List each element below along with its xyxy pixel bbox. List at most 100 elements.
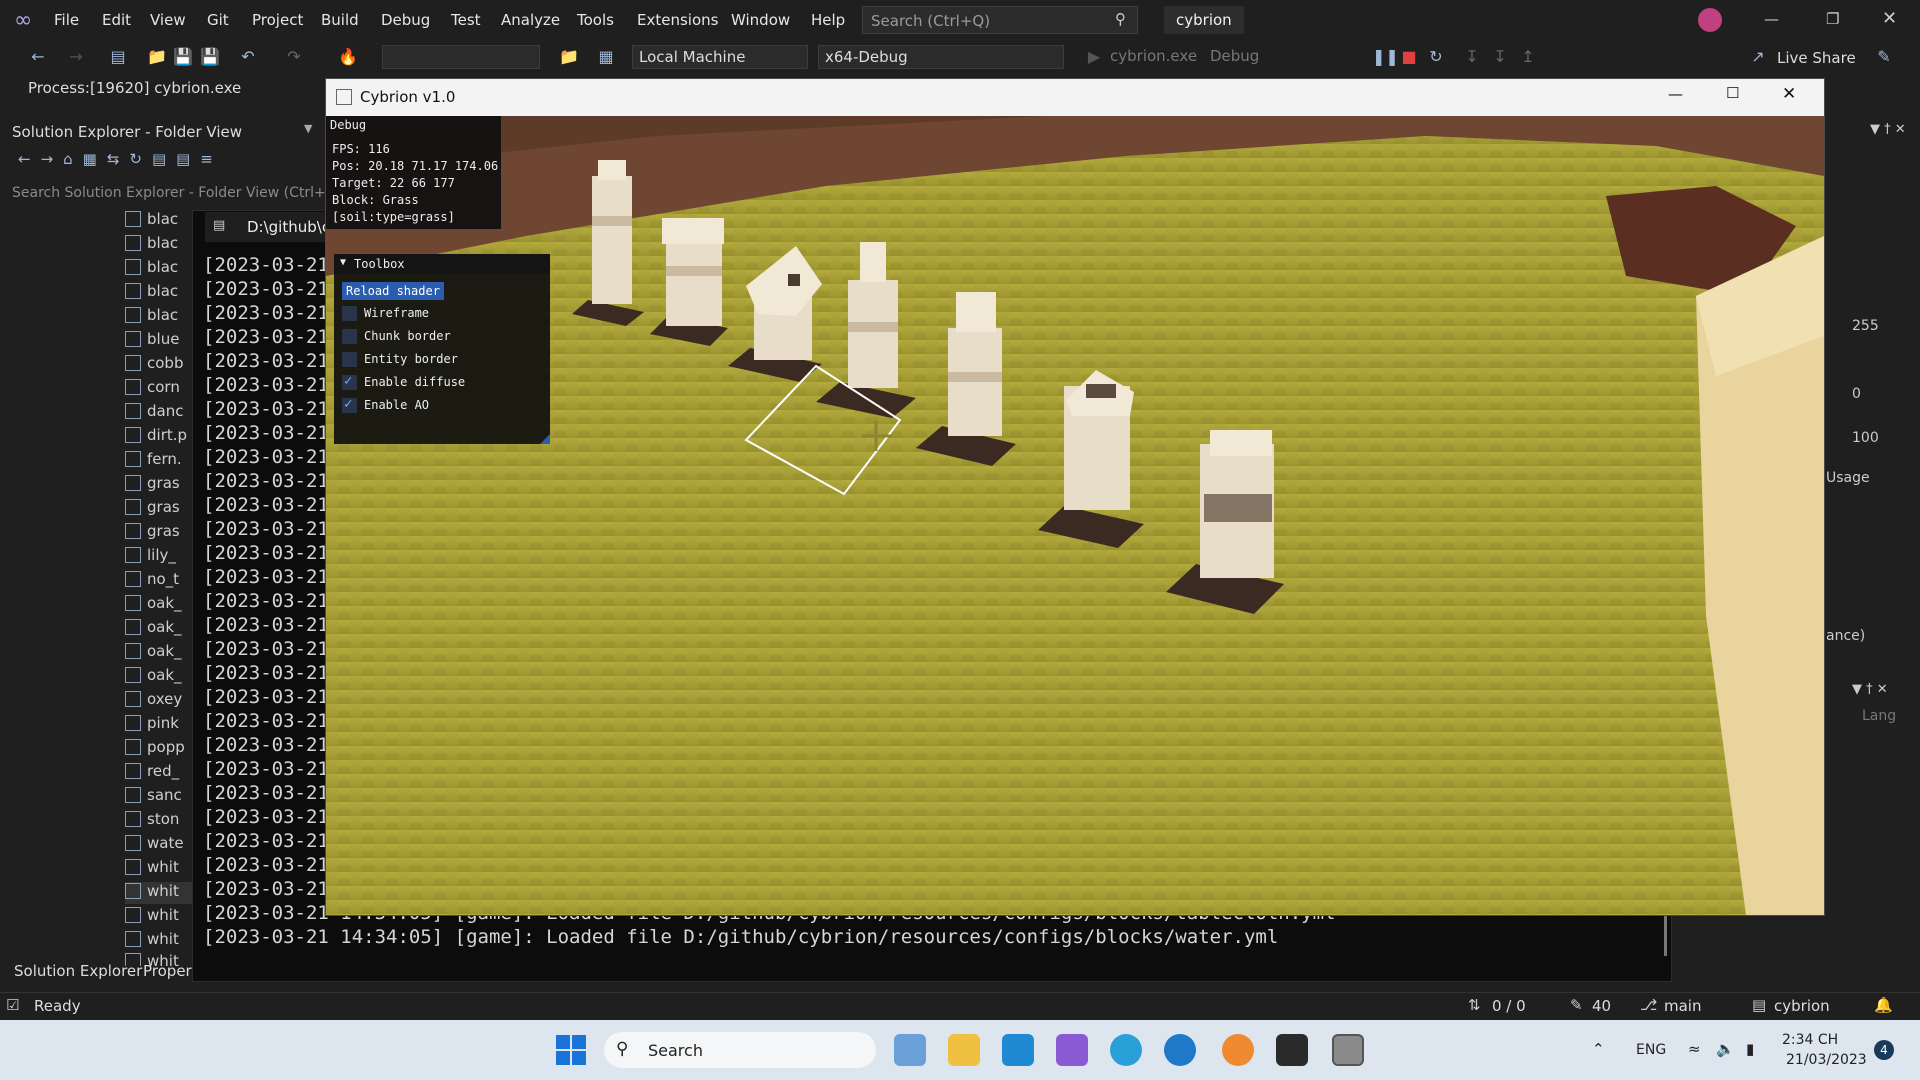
maximize-icon[interactable]: ☐ bbox=[1726, 84, 1739, 102]
undo-icon[interactable]: ↶ bbox=[238, 47, 258, 67]
folder-view-icon[interactable]: 📁 bbox=[559, 47, 579, 67]
menu-build[interactable]: Build bbox=[321, 11, 359, 29]
play-icon[interactable]: ▶ bbox=[1084, 47, 1104, 67]
list-item[interactable]: whit bbox=[125, 858, 195, 880]
enable-diffuse-checkbox[interactable] bbox=[342, 373, 357, 390]
list-item[interactable]: oak_ bbox=[125, 618, 195, 640]
live-share-button[interactable]: Live Share bbox=[1777, 49, 1856, 67]
notification-badge[interactable]: 4 bbox=[1874, 1040, 1894, 1060]
solution-explorer-search[interactable]: Search Solution Explorer - Folder View (… bbox=[12, 183, 332, 203]
reload-shader-button[interactable]: Reload shader bbox=[342, 282, 444, 300]
start-icon[interactable] bbox=[556, 1035, 586, 1065]
cybrion-app-icon[interactable] bbox=[1332, 1034, 1364, 1066]
menu-debug[interactable]: Debug bbox=[381, 11, 430, 29]
status-edits[interactable]: 40 bbox=[1592, 997, 1611, 1015]
battery-icon[interactable]: ▮ bbox=[1746, 1040, 1754, 1058]
account-avatar[interactable] bbox=[1698, 8, 1722, 32]
list-item[interactable]: dirt.p bbox=[125, 426, 195, 448]
list-item[interactable]: cobb bbox=[125, 354, 195, 376]
game-titlebar[interactable]: Cybrion v1.0 — ☐ ✕ bbox=[326, 79, 1824, 116]
status-changes[interactable]: 0 / 0 bbox=[1492, 997, 1526, 1015]
list-item[interactable]: blue bbox=[125, 330, 195, 352]
open-folder-icon[interactable]: 📁 bbox=[147, 47, 167, 67]
step-into-icon[interactable]: ↧ bbox=[1462, 47, 1482, 67]
list-item[interactable]: sanc bbox=[125, 786, 195, 808]
menu-project[interactable]: Project bbox=[252, 11, 303, 29]
stop-icon[interactable]: ■ bbox=[1399, 47, 1419, 67]
run-target-label[interactable]: cybrion.exe bbox=[1110, 47, 1197, 65]
chunk-border-checkbox[interactable] bbox=[342, 329, 357, 344]
debug-overlay[interactable]: Debug FPS: 116 Pos: 20.18 71.17 174.06 T… bbox=[326, 116, 501, 229]
target-combo[interactable]: Local Machine bbox=[632, 45, 808, 69]
empty-combo[interactable] bbox=[382, 45, 540, 69]
volume-icon[interactable]: 🔈 bbox=[1716, 1040, 1735, 1058]
menu-file[interactable]: File bbox=[54, 11, 79, 29]
list-item[interactable]: blac bbox=[125, 258, 195, 280]
taskbar-search[interactable]: ⚲ Search bbox=[604, 1032, 876, 1068]
list-item[interactable]: corn bbox=[125, 378, 195, 400]
menu-git[interactable]: Git bbox=[207, 11, 229, 29]
menu-view[interactable]: View bbox=[150, 11, 186, 29]
list-item[interactable]: pink bbox=[125, 714, 195, 736]
list-item[interactable]: oxey bbox=[125, 690, 195, 712]
maximize-icon[interactable]: ❐ bbox=[1826, 10, 1839, 28]
redo-icon[interactable]: ↷ bbox=[284, 47, 304, 67]
debug-header[interactable]: Debug bbox=[330, 118, 366, 132]
file-explorer-icon[interactable] bbox=[948, 1034, 980, 1066]
list-item[interactable]: gras bbox=[125, 498, 195, 520]
close-icon[interactable]: ✕ bbox=[1782, 84, 1796, 104]
hot-reload-icon[interactable]: 🔥 bbox=[338, 47, 358, 67]
minimize-icon[interactable]: — bbox=[1668, 85, 1683, 103]
config-combo[interactable]: x64-Debug bbox=[818, 45, 1064, 69]
menu-help[interactable]: Help bbox=[811, 11, 845, 29]
save-icon[interactable]: 💾 bbox=[173, 47, 193, 67]
list-item[interactable]: oak_ bbox=[125, 642, 195, 664]
game-viewport[interactable]: Debug FPS: 116 Pos: 20.18 71.17 174.06 T… bbox=[326, 116, 1824, 915]
window-icon[interactable]: ▦ bbox=[596, 47, 616, 67]
tab-properties[interactable]: Propert bbox=[143, 962, 198, 980]
list-item[interactable]: ston bbox=[125, 810, 195, 832]
entity-border-checkbox[interactable] bbox=[342, 352, 357, 367]
new-project-icon[interactable]: ▤ bbox=[108, 47, 128, 67]
menu-extensions[interactable]: Extensions bbox=[637, 11, 718, 29]
toolbox-header[interactable]: ▼ Toolbox bbox=[334, 254, 550, 274]
back-icon[interactable]: ← bbox=[28, 47, 48, 67]
menu-edit[interactable]: Edit bbox=[102, 11, 131, 29]
menu-window[interactable]: Window bbox=[731, 11, 790, 29]
tray-chevron-up-icon[interactable]: ⌃ bbox=[1592, 1040, 1605, 1058]
list-item[interactable]: gras bbox=[125, 522, 195, 544]
notification-icon[interactable]: 🔔 bbox=[1874, 996, 1893, 1014]
list-item[interactable]: lily_ bbox=[125, 546, 195, 568]
pin-icon[interactable]: ▼ † ✕ bbox=[1870, 122, 1906, 137]
list-item[interactable]: whit bbox=[125, 882, 195, 904]
resize-grip[interactable] bbox=[540, 434, 550, 444]
status-branch[interactable]: main bbox=[1664, 997, 1701, 1015]
step-out-icon[interactable]: ↥ bbox=[1518, 47, 1538, 67]
list-item[interactable]: blac bbox=[125, 306, 195, 328]
list-item[interactable]: gras bbox=[125, 474, 195, 496]
list-item[interactable]: blac bbox=[125, 282, 195, 304]
list-item[interactable]: wate bbox=[125, 834, 195, 856]
chevron-down-icon[interactable]: ▼ bbox=[304, 122, 312, 135]
process-value[interactable]: [19620] cybrion.exe bbox=[90, 79, 241, 97]
vs-search-box[interactable]: Search (Ctrl+Q) ⚲ bbox=[862, 6, 1138, 34]
edge-icon[interactable] bbox=[1110, 1034, 1142, 1066]
vs-logo-icon[interactable]: ∞ bbox=[14, 8, 40, 34]
chat-app-icon[interactable] bbox=[1164, 1034, 1196, 1066]
terminal-app-icon[interactable] bbox=[1276, 1034, 1308, 1066]
list-item[interactable]: red_ bbox=[125, 762, 195, 784]
save-all-icon[interactable]: 💾 bbox=[200, 47, 220, 67]
list-item[interactable]: oak_ bbox=[125, 666, 195, 688]
clock-time[interactable]: 2:34 CH bbox=[1782, 1032, 1838, 1048]
console-tab[interactable]: ▤ D:\github\c bbox=[205, 212, 330, 242]
tab-solution-explorer[interactable]: Solution Explorer bbox=[14, 962, 142, 980]
menu-tools[interactable]: Tools bbox=[577, 11, 614, 29]
step-over-icon[interactable]: ↧ bbox=[1490, 47, 1510, 67]
list-item[interactable]: whit bbox=[125, 930, 195, 952]
list-item[interactable]: popp bbox=[125, 738, 195, 760]
solution-name[interactable]: cybrion bbox=[1164, 6, 1244, 34]
minimize-icon[interactable]: — bbox=[1764, 10, 1779, 28]
photos-app-icon[interactable] bbox=[894, 1034, 926, 1066]
enable-ao-checkbox[interactable] bbox=[342, 396, 357, 413]
list-item[interactable]: blac bbox=[125, 210, 195, 232]
